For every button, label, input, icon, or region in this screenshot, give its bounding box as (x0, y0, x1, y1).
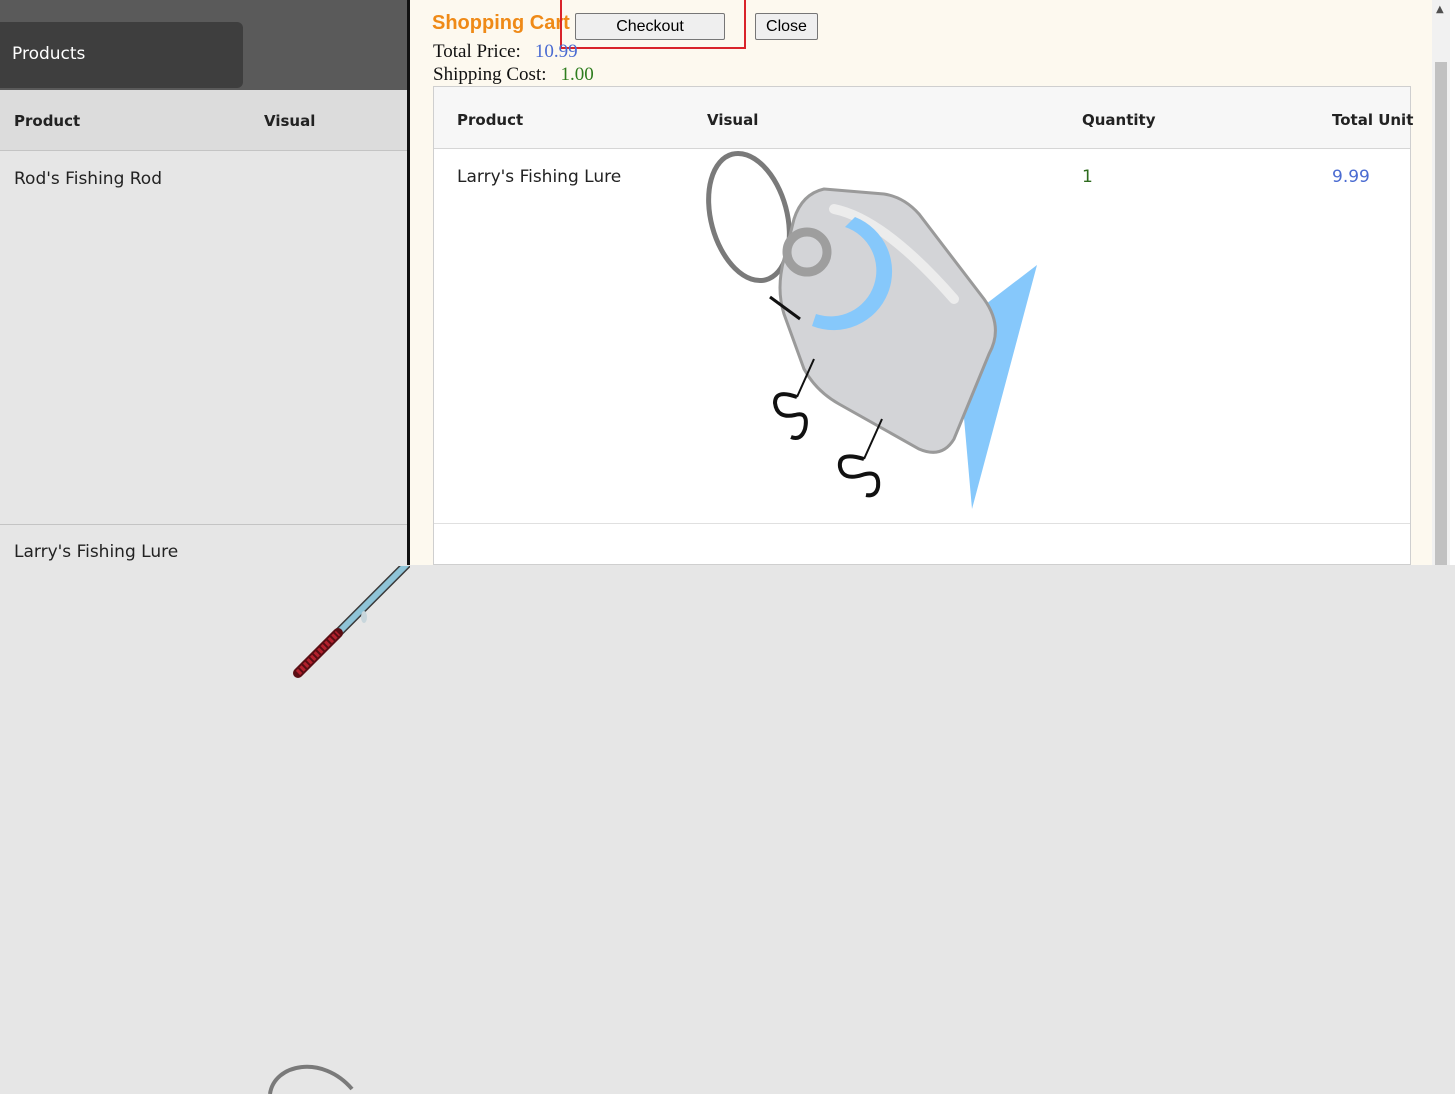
shipping-cost: Shipping Cost: 1.00 (433, 64, 594, 86)
total-price-value: 10.99 (534, 41, 578, 62)
product-name: Larry's Fishing Lure (14, 542, 179, 562)
fishing-lure-thumbnail (268, 1064, 354, 1094)
cart-item-quantity: 1 (1082, 167, 1093, 187)
vertical-scrollbar[interactable]: ▲ (1432, 0, 1450, 565)
cart-table-header: Product Visual Quantity Total Unit (434, 87, 1414, 149)
close-button[interactable]: Close (755, 13, 818, 40)
checkout-button[interactable]: Checkout (575, 13, 725, 40)
window-edge (1450, 0, 1455, 565)
table-row: Larry's Fishing Lure 1 9.99 (434, 149, 1410, 524)
shipping-cost-label: Shipping Cost: (433, 64, 547, 85)
products-table-header: Product Visual (0, 90, 410, 151)
shopping-cart-modal: Shopping Cart Checkout Close Total Price… (407, 0, 1432, 565)
products-tab[interactable]: Products (0, 22, 243, 88)
table-row: Larry's Fishing Lure (0, 526, 410, 1094)
products-header: Products (0, 0, 410, 90)
cart-item-product: Larry's Fishing Lure (457, 167, 622, 187)
column-total-unit: Total Unit (1332, 111, 1414, 129)
scrollbar-thumb[interactable] (1435, 62, 1447, 565)
shipping-cost-value: 1.00 (560, 64, 594, 85)
cart-table: Product Visual Quantity Total Unit Larry… (433, 86, 1414, 565)
column-quantity: Quantity (1082, 111, 1156, 129)
total-price: Total Price: 10.99 (433, 41, 578, 63)
cart-item-total-unit: 9.99 (1332, 167, 1370, 187)
column-visual: Visual (707, 111, 759, 129)
column-product: Product (457, 111, 524, 129)
table-row: Rod's Fishing Rod (0, 151, 410, 678)
fishing-lure-image (706, 150, 1037, 509)
products-column-product: Product (14, 112, 81, 130)
total-price-label: Total Price: (433, 41, 521, 62)
product-name: Rod's Fishing Rod (14, 169, 163, 189)
products-column-visual: Visual (264, 112, 316, 130)
scroll-up-arrow-icon[interactable]: ▲ (1436, 4, 1444, 15)
cart-title: Shopping Cart (432, 12, 570, 34)
